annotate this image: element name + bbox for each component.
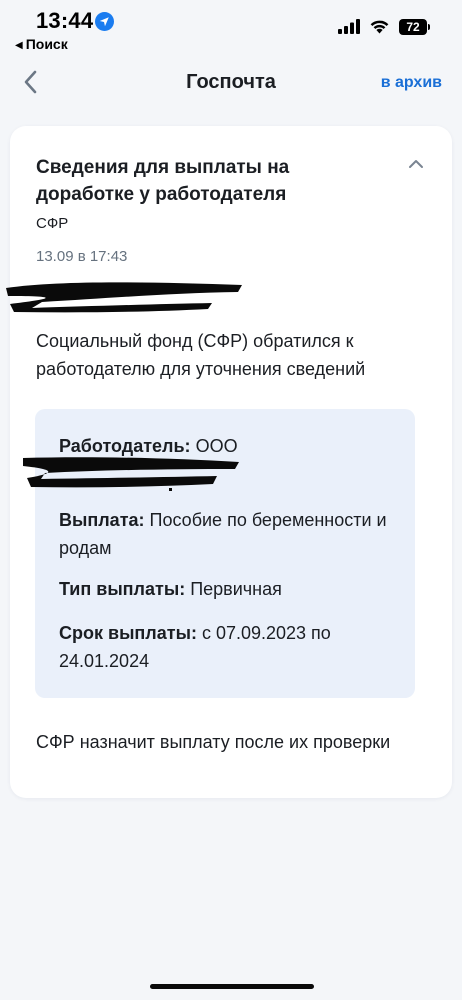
wifi-icon (370, 20, 389, 34)
app-header: Госпочта в архив (0, 60, 462, 104)
cellular-signal-icon (338, 19, 360, 34)
payment-type-label: Тип выплаты: (59, 579, 186, 599)
location-arrow-icon (95, 12, 114, 31)
message-card: Сведения для выплаты на доработке у рабо… (6, 126, 452, 798)
status-time: 13:44 (36, 8, 94, 33)
battery-level: 72 (399, 19, 427, 35)
battery-cap (428, 24, 430, 30)
payment-details-box: Работодатель: ООО Выплата: Пособие по бе… (23, 409, 415, 698)
back-to-app-link[interactable]: ◀ Поиск (15, 36, 68, 52)
message-title: Сведения для выплаты на доработке у рабо… (36, 157, 290, 205)
archive-button[interactable]: в архив (381, 74, 442, 92)
message-footer: СФР назначит выплату после их проверки (36, 732, 391, 752)
redaction-scribble (6, 282, 242, 313)
payment-period-label: Срок выплаты: (59, 623, 197, 643)
message-date: 13.09 в 17:43 (36, 248, 128, 265)
status-bar: 13:44 ◀ Поиск 72 (0, 0, 462, 56)
back-triangle-icon: ◀ (15, 40, 23, 51)
payment-type-value: Первичная (190, 579, 282, 599)
home-indicator (150, 984, 314, 989)
back-app-label: Поиск (25, 36, 68, 52)
payment-label: Выплата: (59, 510, 145, 530)
message-body: Социальный фонд (СФР) обратился к работо… (36, 331, 366, 379)
redaction-scribble (23, 457, 239, 491)
message-sender: СФР (36, 215, 69, 232)
payment-type-row: Тип выплаты: Первичная (59, 575, 399, 603)
chevron-up-icon[interactable] (408, 158, 424, 170)
payment-row: Выплата: Пособие по беременности и родам (59, 506, 399, 562)
payment-period-row: Срок выплаты: с 07.09.2023 по 24.01.2024 (59, 619, 399, 675)
battery-indicator: 72 (399, 19, 431, 35)
